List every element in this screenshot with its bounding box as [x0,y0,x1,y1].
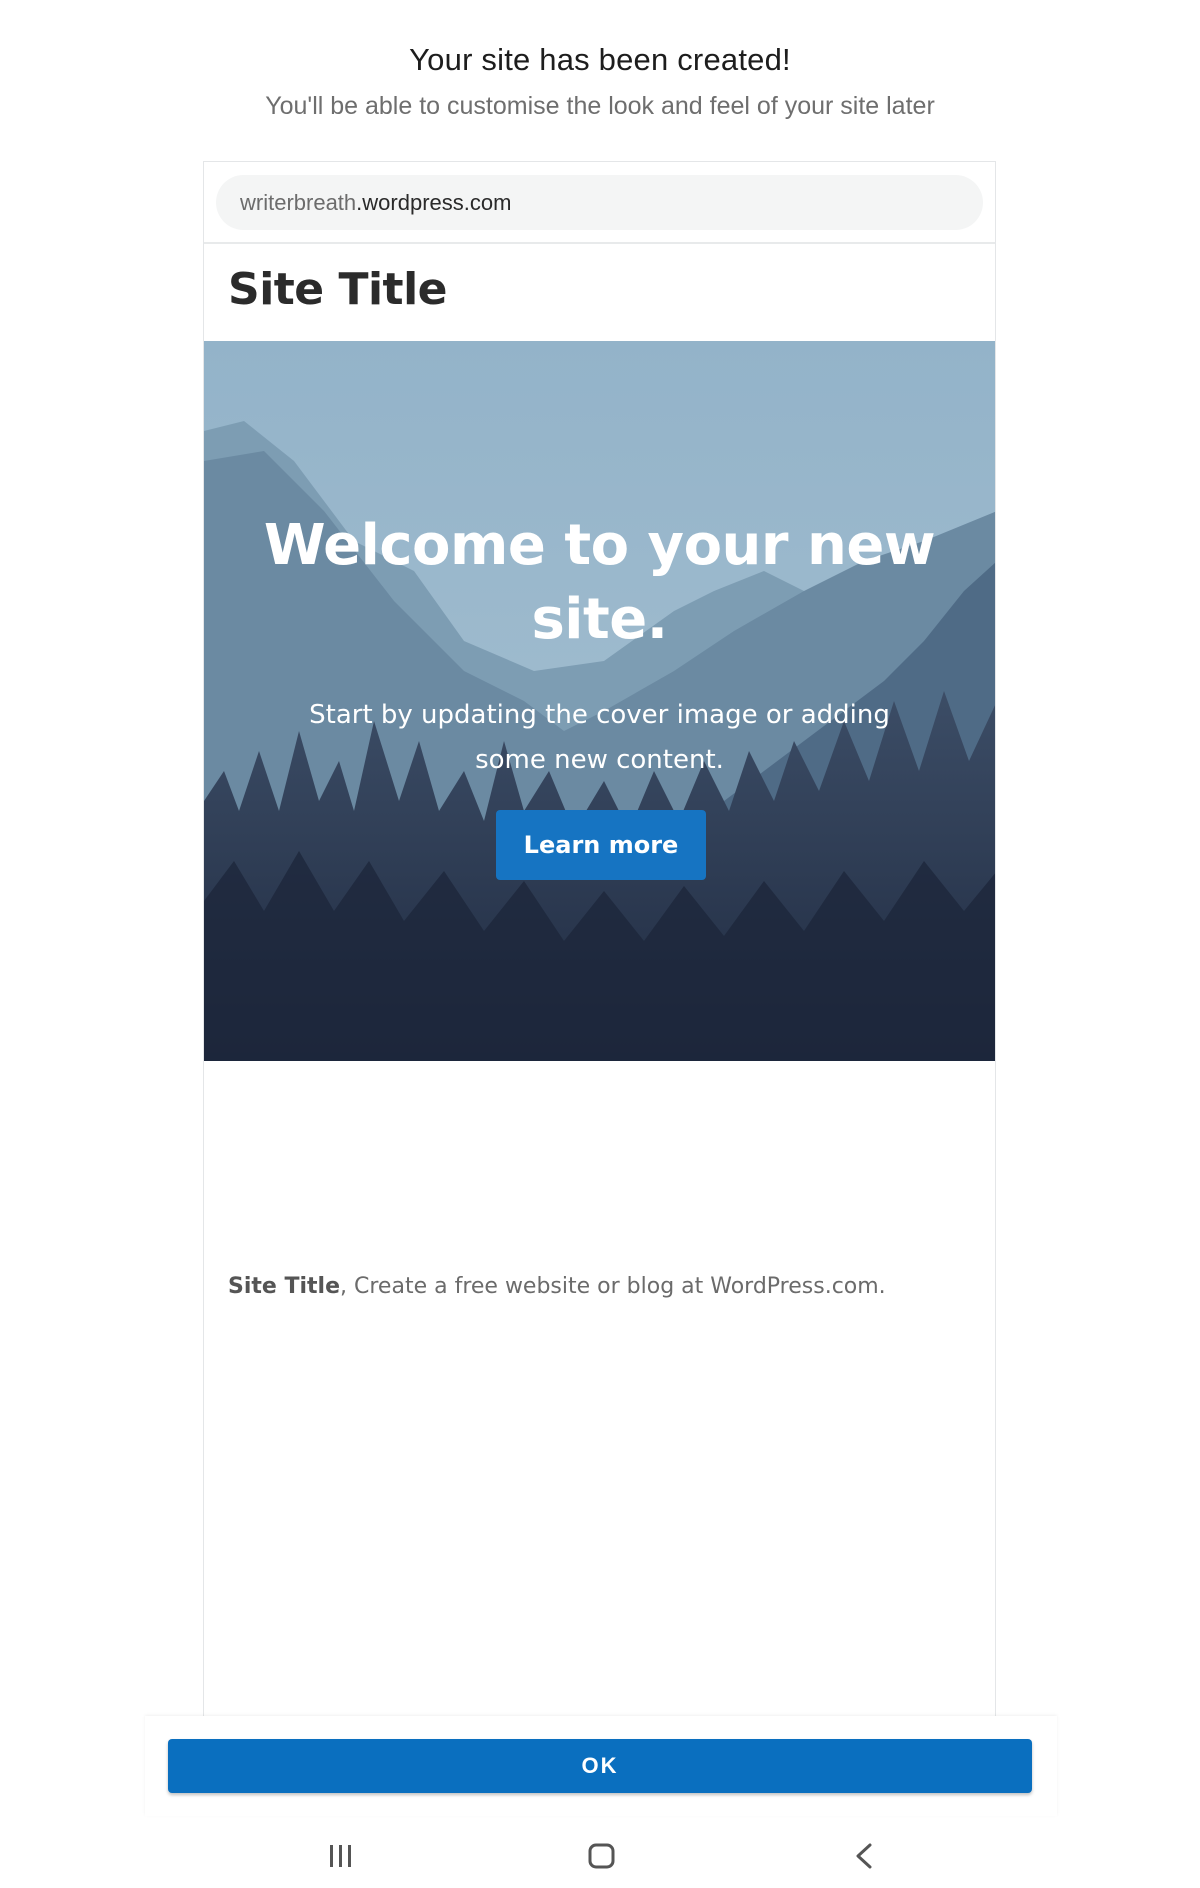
home-icon[interactable] [562,1820,642,1888]
url-subdomain: writerbreath [240,190,357,215]
cover-text: Start by updating the cover image or add… [309,700,890,775]
site-footer: Site Title, Create a free website or blo… [228,1274,886,1299]
system-navigation-bar [0,1820,1200,1888]
learn-more-button[interactable]: Learn more [496,810,706,880]
recent-apps-icon[interactable] [300,1820,380,1888]
url-bar: writerbreath.wordpress.com [216,175,983,230]
site-preview[interactable]: writerbreath.wordpress.com Site Title We [203,161,996,1716]
url-domain: .wordpress.com [356,190,512,215]
footer-site-name: Site Title [228,1274,341,1299]
back-icon[interactable] [823,1820,903,1888]
url-bar-container: writerbreath.wordpress.com [204,162,995,244]
preview-site-title: Site Title [228,264,448,315]
cover-block: Welcome to your new site. Start by updat… [204,341,995,1061]
cover-heading: Welcome to your new site. [263,513,936,652]
footer-text: , Create a free website or blog at WordP… [340,1274,886,1299]
page-title: Your site has been created! [409,42,791,77]
ok-button[interactable]: OK [168,1739,1032,1793]
page-subtitle: You'll be able to customise the look and… [265,92,935,120]
